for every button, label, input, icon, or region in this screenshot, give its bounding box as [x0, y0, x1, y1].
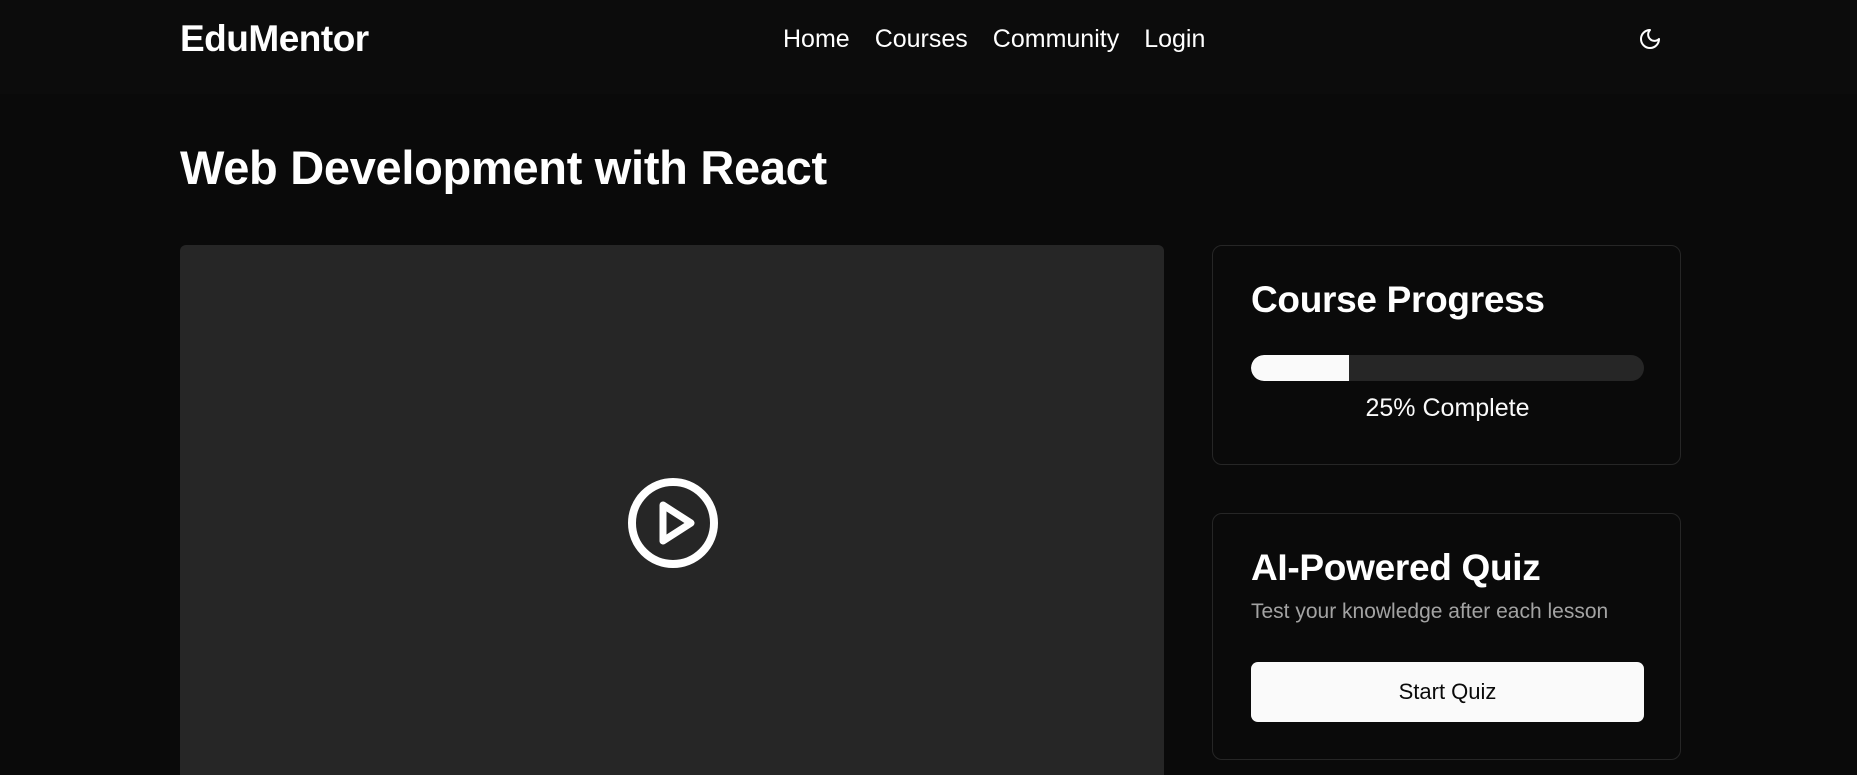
nav-community[interactable]: Community [993, 22, 1119, 56]
main-nav: Home Courses Community Login [783, 22, 1230, 56]
nav-home[interactable]: Home [783, 22, 850, 56]
moon-icon [1640, 29, 1660, 49]
progress-bar [1251, 355, 1644, 381]
nav-courses[interactable]: Courses [875, 22, 968, 56]
logo[interactable]: EduMentor [180, 18, 369, 60]
ai-quiz-description: Test your knowledge after each lesson [1251, 600, 1609, 623]
page-title: Web Development with React [180, 141, 827, 194]
course-progress-card: Course Progress 25% Complete [1212, 245, 1681, 465]
ai-quiz-title: AI-Powered Quiz [1251, 547, 1541, 588]
video-player[interactable] [180, 245, 1164, 775]
theme-toggle-button[interactable] [1635, 24, 1665, 54]
progress-bar-fill [1251, 355, 1350, 381]
nav-login[interactable]: Login [1144, 22, 1205, 56]
progress-label: 25% Complete [1365, 394, 1530, 422]
ai-quiz-card: AI-Powered Quiz Test your knowledge afte… [1212, 513, 1681, 760]
site-header: EduMentor Home Courses Community Login [0, 0, 1857, 94]
start-quiz-button[interactable]: Start Quiz [1251, 662, 1644, 722]
course-progress-title: Course Progress [1251, 279, 1545, 320]
play-button[interactable] [627, 477, 719, 569]
play-circle-icon [628, 478, 718, 568]
